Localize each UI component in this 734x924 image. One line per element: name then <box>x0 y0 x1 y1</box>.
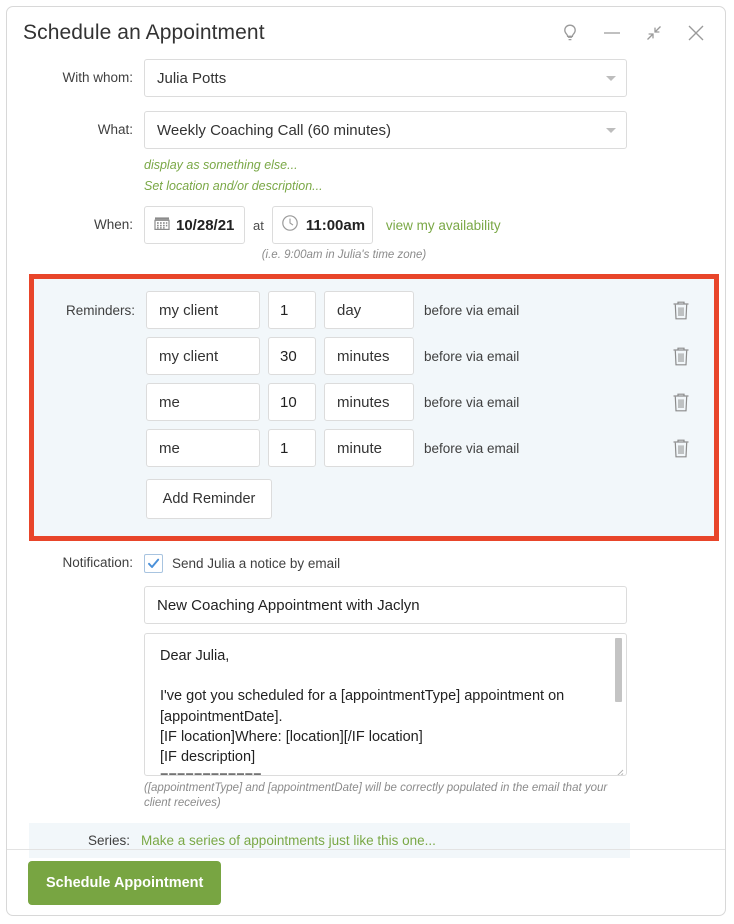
reminder-who-select[interactable]: my client <box>146 337 260 375</box>
reminders-panel: Reminders: my client 1 day before via em… <box>29 274 719 541</box>
window-controls <box>557 20 713 46</box>
reminder-who-value: my client <box>159 347 219 365</box>
when-label: When: <box>93 217 133 232</box>
trash-icon[interactable] <box>669 343 693 369</box>
add-reminder-button[interactable]: Add Reminder <box>146 479 272 519</box>
reminder-amount-input[interactable]: 30 <box>268 337 316 375</box>
reminder-amount-value: 10 <box>280 393 297 411</box>
field-row-notification: Notification: Send Julia a notice by ema… <box>7 551 725 811</box>
reminder-who-value: my client <box>159 301 219 319</box>
reminder-suffix-label: before via email <box>424 394 520 410</box>
notification-body-value: Dear Julia, I've got you scheduled for a… <box>160 648 565 775</box>
clock-icon <box>281 214 299 236</box>
reminder-amount-input[interactable]: 1 <box>268 291 316 329</box>
reminder-row: me 1 minute before via email <box>34 425 714 471</box>
calendar-icon <box>154 215 170 235</box>
reminder-unit-value: minutes <box>337 347 390 365</box>
series-label: Series: <box>87 833 130 848</box>
minimize-icon[interactable] <box>599 20 625 46</box>
reminder-row: me 10 minutes before via email <box>34 379 714 425</box>
reminder-unit-select[interactable]: day <box>324 291 414 329</box>
date-value: 10/28/21 <box>176 216 235 234</box>
reminder-suffix-label: before via email <box>424 302 520 318</box>
reminder-unit-select[interactable]: minutes <box>324 337 414 375</box>
time-value: 11:00am <box>305 216 366 234</box>
reminder-who-value: me <box>159 393 180 411</box>
send-notice-checkbox[interactable] <box>144 553 163 573</box>
what-select[interactable]: Weekly Coaching Call (60 minutes) <box>144 111 627 149</box>
reminder-row: Reminders: my client 1 day before via em… <box>34 287 714 333</box>
reminder-who-select[interactable]: me <box>146 429 260 467</box>
reminder-amount-value: 1 <box>280 301 289 319</box>
collapse-icon[interactable] <box>641 20 667 46</box>
notification-subject-value: New Coaching Appointment with Jaclyn <box>157 596 420 614</box>
date-input[interactable]: 10/28/21 <box>144 206 245 244</box>
schedule-appointment-window: Schedule an Appointment With whom: Julia… <box>6 6 726 916</box>
add-reminder-row: Add Reminder <box>34 471 714 523</box>
reminder-amount-input[interactable]: 10 <box>268 383 316 421</box>
reminder-amount-input[interactable]: 1 <box>268 429 316 467</box>
timezone-hint: (i.e. 9:00am in Julia's time zone) <box>261 249 427 261</box>
notification-body-textarea[interactable]: Dear Julia, I've got you scheduled for a… <box>144 633 627 776</box>
reminders-label: Reminders: <box>65 302 135 318</box>
field-row-when: When: 10/28/21 at 11:00am view my availa… <box>7 206 725 261</box>
appointment-form: With whom: Julia Potts What: Weekly Coac… <box>7 59 725 261</box>
reminder-suffix-label: before via email <box>424 348 520 364</box>
reminder-unit-select[interactable]: minute <box>324 429 414 467</box>
reminder-unit-value: minute <box>337 439 383 457</box>
notification-subject-input[interactable]: New Coaching Appointment with Jaclyn <box>144 586 627 624</box>
schedule-appointment-button[interactable]: Schedule Appointment <box>28 860 222 905</box>
field-row-what: What: Weekly Coaching Call (60 minutes) … <box>7 111 725 193</box>
lightbulb-icon[interactable] <box>557 20 583 46</box>
trash-icon[interactable] <box>669 297 693 323</box>
send-notice-label: Send Julia a notice by email <box>172 555 341 571</box>
notification-label: Notification: <box>62 555 133 570</box>
chevron-down-icon <box>606 128 616 133</box>
reminder-amount-value: 30 <box>280 347 297 365</box>
time-input[interactable]: 11:00am <box>271 206 373 244</box>
reminder-who-select[interactable]: me <box>146 383 260 421</box>
view-availability-link[interactable]: view my availability <box>386 218 501 233</box>
with-whom-label: With whom: <box>62 70 133 85</box>
reminder-amount-value: 1 <box>280 439 289 457</box>
reminder-unit-select[interactable]: minutes <box>324 383 414 421</box>
notification-body-hint: ([appointmentType] and [appointmentDate]… <box>144 782 608 809</box>
page-title: Schedule an Appointment <box>23 21 265 44</box>
reminder-unit-value: minutes <box>337 393 390 411</box>
trash-icon[interactable] <box>669 435 693 461</box>
with-whom-value: Julia Potts <box>157 69 227 87</box>
reminder-who-value: me <box>159 439 180 457</box>
reminder-row: my client 30 minutes before via email <box>34 333 714 379</box>
resize-handle-icon[interactable] <box>614 764 624 775</box>
trash-icon[interactable] <box>669 389 693 415</box>
what-label: What: <box>97 122 133 137</box>
field-row-with-whom: With whom: Julia Potts <box>7 59 725 97</box>
close-icon[interactable] <box>683 20 709 46</box>
reminder-unit-value: day <box>337 301 362 319</box>
display-as-link[interactable]: display as something else... <box>144 158 725 172</box>
reminder-suffix-label: before via email <box>424 440 520 456</box>
reminder-who-select[interactable]: my client <box>146 291 260 329</box>
window-titlebar: Schedule an Appointment <box>7 7 725 59</box>
what-value: Weekly Coaching Call (60 minutes) <box>157 121 391 139</box>
textarea-scrollbar[interactable] <box>615 638 622 702</box>
at-label: at <box>253 217 264 233</box>
window-footer: Schedule Appointment <box>7 849 725 915</box>
with-whom-select[interactable]: Julia Potts <box>144 59 627 97</box>
chevron-down-icon <box>606 76 616 81</box>
make-series-link[interactable]: Make a series of appointments just like … <box>141 833 436 848</box>
set-location-link[interactable]: Set location and/or description... <box>144 179 725 193</box>
